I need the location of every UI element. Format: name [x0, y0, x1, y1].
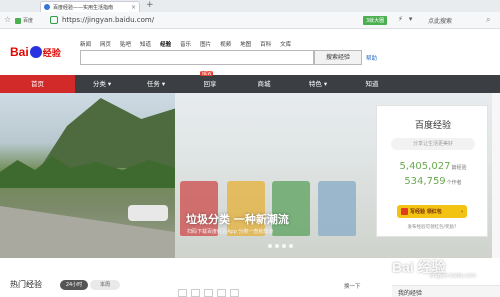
articles-count: 5,405,027 [399, 161, 451, 172]
toolbar-button[interactable] [230, 289, 239, 297]
search-input[interactable] [80, 50, 314, 65]
category-label: 首页 [31, 80, 44, 88]
nav-item-map[interactable]: 地图 [240, 40, 251, 48]
nav-item-web[interactable]: 网页 [100, 40, 111, 48]
jingyan-stats-card: 百度经验 分享让生活更美好 5,405,027篇经验 534,759个作者 写经… [376, 105, 488, 237]
toolbar-button[interactable] [191, 289, 200, 297]
carousel-dots[interactable] [268, 244, 293, 248]
lightning-icon[interactable]: ⚡ [398, 15, 403, 23]
articles-stat: 5,405,027篇经验 [377, 161, 489, 172]
category-label: 回享 [203, 80, 217, 88]
carousel-dot[interactable] [268, 244, 272, 248]
site-shield-icon [15, 17, 21, 24]
category-featured[interactable]: 特色 ▾ [291, 75, 345, 93]
browser-tab[interactable]: 百度经验——实用生活指南 × [40, 1, 140, 12]
help-link[interactable]: 帮助 [366, 54, 377, 62]
chevron-down-icon[interactable]: ▾ [409, 15, 413, 23]
nav-item-jingyan[interactable]: 经验 [160, 40, 171, 48]
hot-experience-title: 热门经验 [10, 280, 42, 289]
arrow-right-icon: › [460, 208, 463, 215]
nav-item-music[interactable]: 音乐 [180, 40, 191, 48]
nav-item-images[interactable]: 图片 [200, 40, 211, 48]
category-label: 分类 ▾ [92, 80, 112, 88]
green-bin-illustration [272, 181, 310, 236]
new-badge: NEW [200, 71, 214, 76]
banner-subtitle: 扫码下载百度经验App 分类一查就知道 [187, 229, 274, 235]
write-experience-label: 写经验 领红包 [410, 209, 442, 215]
landscape-photo [0, 93, 175, 258]
floating-toolbar [178, 289, 239, 297]
blue-bin-illustration [318, 181, 356, 236]
toolbar-button[interactable] [217, 289, 226, 297]
carousel-dot[interactable] [289, 244, 293, 248]
refresh-link[interactable]: 换一下 [344, 282, 361, 290]
toolbar-button[interactable] [178, 289, 187, 297]
category-bar: 首页 分类 ▾ 任务 ▾ 回享 商城 特色 ▾ 知道 [0, 75, 500, 93]
browser-search-label[interactable]: 点此搜索 [428, 16, 452, 25]
nav-item-video[interactable]: 视频 [220, 40, 231, 48]
authors-unit: 个作者 [446, 180, 462, 186]
tab-week[interactable]: 本周 [90, 280, 120, 290]
road-shape [0, 206, 175, 258]
articles-unit: 篇经验 [451, 165, 467, 171]
close-tab-icon[interactable]: × [131, 4, 136, 11]
carousel-dot[interactable] [275, 244, 279, 248]
category-home[interactable]: 首页 [0, 75, 75, 93]
baidu-favicon-icon [44, 4, 50, 10]
category-label: 知道 [365, 80, 379, 88]
car-shape [128, 205, 168, 221]
category-classify[interactable]: 分类 ▾ [75, 75, 129, 93]
url-text[interactable]: https://jingyan.baidu.com/ [62, 16, 154, 24]
tab-title: 百度经验——实用生活指南 [53, 4, 114, 11]
paw-icon [29, 46, 42, 58]
authors-count: 534,759 [404, 176, 446, 187]
category-label: 特色 ▾ [308, 80, 328, 88]
browser-tools: ⚡ ▾ [398, 15, 412, 23]
mountain-shape [40, 98, 175, 168]
new-tab-button[interactable]: + [146, 0, 154, 10]
bookmark-star-icon[interactable]: ☆ [4, 15, 11, 24]
reward-help-link[interactable]: 发布经验可领红包/奖励？ [377, 224, 489, 230]
watermark-url: jingyan.baidu.com [430, 273, 477, 279]
site-tag-label: 百度 [23, 18, 34, 24]
baidu-jingyan-logo[interactable]: Bai 经验 [10, 45, 61, 59]
category-zhidao[interactable]: 知道 [345, 75, 399, 93]
carousel-dot[interactable] [282, 244, 286, 248]
my-experience-panel[interactable]: 我的经验 [392, 285, 500, 297]
category-label: 商城 [257, 80, 271, 88]
category-label: 任务 ▾ [146, 80, 166, 88]
product-nav: 新闻 网页 贴吧 知道 经验 音乐 图片 视频 地图 百科 文库 [80, 40, 291, 48]
category-huixiang[interactable]: 回享 [183, 75, 237, 93]
nav-item-news[interactable]: 新闻 [80, 40, 91, 48]
site-identity[interactable]: 百度 [15, 17, 33, 24]
red-packet-icon [401, 208, 408, 215]
category-tasks[interactable]: 任务 ▾ [129, 75, 183, 93]
logo-jingyan-text: 经验 [42, 48, 61, 59]
toolbar-button[interactable] [204, 289, 213, 297]
lock-icon [50, 16, 58, 24]
banner-title: 垃圾分类 一种新潮流 [186, 213, 289, 226]
card-title: 百度经验 [414, 121, 451, 131]
category-mall[interactable]: 商城 [237, 75, 291, 93]
side-scroll-strip [492, 93, 500, 258]
authors-stat: 534,759个作者 [377, 176, 489, 187]
search-button[interactable]: 搜索经验 [314, 50, 362, 65]
nav-item-wenku[interactable]: 文库 [280, 40, 291, 48]
card-slogan: 分享让生活更美好 [391, 138, 475, 150]
logo-bai-text: Bai [10, 45, 29, 59]
nav-item-baike[interactable]: 百科 [260, 40, 271, 48]
extension-badge[interactable]: 3就大圈 [363, 16, 388, 25]
search-icon[interactable]: ⌕ [486, 15, 490, 25]
nav-item-zhidao[interactable]: 知道 [140, 40, 151, 48]
nav-item-tieba[interactable]: 贴吧 [120, 40, 131, 48]
tab-24h[interactable]: 24小时 [60, 280, 88, 290]
write-experience-button[interactable]: 写经验 领红包 › [397, 205, 467, 218]
